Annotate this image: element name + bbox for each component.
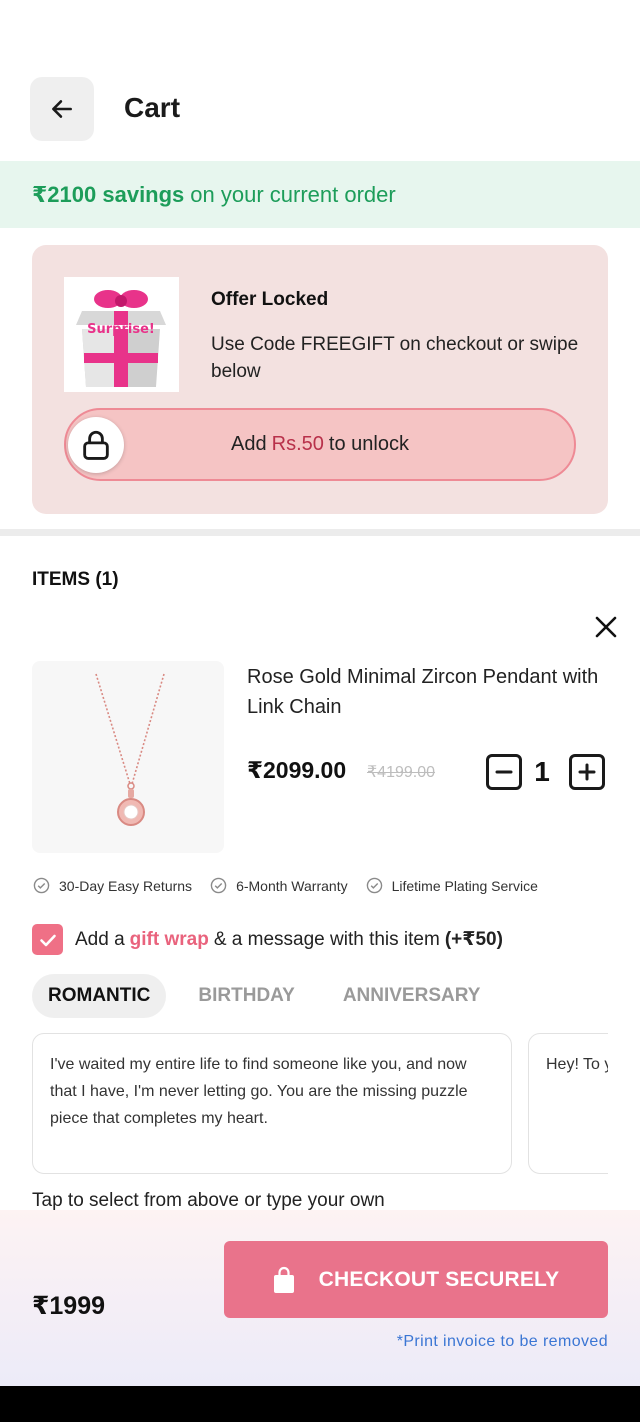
message-hint: Tap to select from above or type your ow… bbox=[32, 1190, 385, 1211]
feature-label: 30-Day Easy Returns bbox=[59, 877, 193, 894]
product-image[interactable] bbox=[32, 661, 224, 853]
checkout-bar: ₹1999 CHECKOUT SECURELY *Print invoice t… bbox=[0, 1210, 640, 1386]
product-name[interactable]: Rose Gold Minimal Zircon Pendant with Li… bbox=[247, 662, 617, 722]
gift-wrap-option[interactable]: Add a gift wrap & a message with this it… bbox=[32, 924, 503, 955]
feature-label: 6-Month Warranty bbox=[236, 877, 348, 894]
svg-text:Surprise!: Surprise! bbox=[87, 322, 155, 337]
tab-anniversary[interactable]: ANNIVERSARY bbox=[327, 974, 497, 1018]
quantity-decrease-button[interactable] bbox=[486, 754, 522, 790]
gift-wrap-price: (+₹50) bbox=[444, 929, 503, 950]
feature-label: Lifetime Plating Service bbox=[391, 877, 538, 894]
savings-amount: ₹2100 savings bbox=[32, 181, 185, 207]
unlock-prefix: Add bbox=[231, 433, 267, 455]
gift-box-icon: Surprise! bbox=[75, 289, 166, 387]
invoice-note: *Print invoice to be removed bbox=[396, 1333, 608, 1350]
feature-warranty: 6-Month Warranty bbox=[210, 877, 348, 894]
cart-total: ₹1999 bbox=[32, 1292, 106, 1320]
plus-icon bbox=[578, 763, 596, 781]
check-circle-icon bbox=[210, 877, 227, 894]
offer-card: Surprise! Offer Locked Use Code FREEGIFT… bbox=[32, 245, 608, 514]
product-price: ₹2099.00 bbox=[247, 757, 347, 783]
gift-wrap-prefix: Add a bbox=[75, 928, 125, 950]
unlock-slider[interactable]: Add Rs.50 to unlock bbox=[64, 408, 576, 481]
check-circle-icon bbox=[366, 877, 382, 894]
tab-romantic[interactable]: ROMANTIC bbox=[32, 974, 167, 1018]
close-icon bbox=[595, 616, 617, 638]
checkout-button[interactable]: CHECKOUT SECURELY bbox=[224, 1241, 608, 1318]
product-mrp: ₹4199.00 bbox=[367, 764, 436, 781]
unlock-suffix: to unlock bbox=[328, 433, 409, 455]
quantity-increase-button[interactable] bbox=[569, 754, 605, 790]
tab-birthday[interactable]: BIRTHDAY bbox=[182, 974, 310, 1018]
feature-plating: Lifetime Plating Service bbox=[366, 877, 538, 894]
arrow-left-icon bbox=[52, 100, 72, 118]
savings-banner: ₹2100 savings on your current order bbox=[0, 161, 640, 228]
message-category-tabs: ROMANTIC BIRTHDAY ANNIVERSARY bbox=[32, 974, 496, 1018]
offer-description: Use Code FREEGIFT on checkout or swipe b… bbox=[211, 334, 579, 382]
gift-wrap-link[interactable]: gift wrap bbox=[130, 929, 209, 951]
lock-icon bbox=[83, 430, 109, 460]
surprise-gift-image: Surprise! bbox=[64, 277, 179, 392]
system-navigation-bar bbox=[0, 1386, 640, 1422]
unlock-amount: Rs.50 bbox=[271, 433, 324, 455]
gift-wrap-text: & a message with this item bbox=[213, 928, 440, 950]
section-divider bbox=[0, 529, 640, 536]
page-title: Cart bbox=[124, 92, 181, 123]
slider-handle[interactable] bbox=[68, 417, 124, 473]
message-card[interactable]: Hey! To you for s I cherish bbox=[528, 1033, 608, 1174]
product-features: 30-Day Easy Returns 6-Month Warranty Lif… bbox=[33, 877, 556, 894]
minus-icon bbox=[495, 770, 513, 774]
savings-text: on your current order bbox=[190, 181, 396, 207]
remove-item-button[interactable] bbox=[592, 613, 620, 641]
feature-returns: 30-Day Easy Returns bbox=[33, 877, 192, 894]
checkout-label: CHECKOUT SECURELY bbox=[318, 1267, 560, 1291]
offer-title: Offer Locked bbox=[211, 289, 329, 310]
app-header: Cart bbox=[0, 0, 640, 160]
message-card[interactable]: I've waited my entire life to find someo… bbox=[32, 1033, 512, 1174]
quantity-value: 1 bbox=[534, 756, 550, 787]
pendant-necklace-icon bbox=[95, 673, 165, 826]
items-heading: ITEMS (1) bbox=[32, 569, 119, 590]
shopping-bag-icon bbox=[273, 1266, 294, 1293]
back-button[interactable] bbox=[30, 77, 94, 141]
checkmark-icon bbox=[39, 934, 56, 946]
gift-wrap-checkbox[interactable] bbox=[32, 924, 63, 955]
check-circle-icon bbox=[33, 877, 50, 894]
message-suggestions: I've waited my entire life to find someo… bbox=[32, 1033, 608, 1175]
